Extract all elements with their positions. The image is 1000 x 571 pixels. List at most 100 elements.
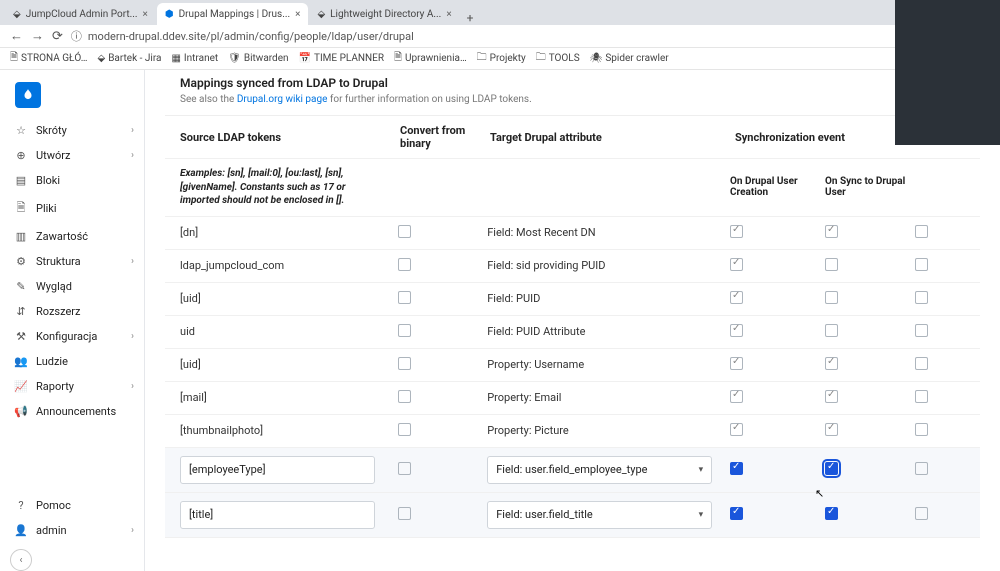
source-token-input[interactable] [180,501,375,529]
back-button[interactable]: ← [10,28,23,44]
source-token-input[interactable] [180,456,375,484]
bookmark[interactable]: ▦ Intranet [171,53,218,64]
sidebar-item[interactable]: ⊕ Utwórz › [0,143,144,168]
checkbox[interactable] [915,462,928,475]
checkbox[interactable] [730,390,743,403]
tab-favicon: ⬢ [165,9,174,20]
chevron-down-icon: ▾ [699,510,704,520]
checkbox[interactable] [915,225,928,238]
checkbox[interactable] [825,390,838,403]
checkbox[interactable] [915,291,928,304]
checkbox[interactable] [915,357,928,370]
sidebar-item[interactable]: ⚙ Struktura › [0,249,144,274]
checkbox[interactable] [915,423,928,436]
mappings-card: Mappings synced from LDAP to Drupal See … [165,70,980,538]
checkbox[interactable] [730,324,743,337]
sidebar-item[interactable]: 🗎 Pliki [0,193,144,224]
source-token-text: [thumbnailphoto] [180,424,263,437]
app-shell: ☆ Skróty › ⊕ Utwórz › ▤ Bloki 🗎 Pliki ▥ … [0,70,1000,571]
target-attribute-text: Property: Picture [487,424,569,437]
bookmark[interactable]: 🗎 STRONA GŁÓ… [10,50,88,67]
bookmark[interactable]: ⬙ Bartek - Jira [98,53,162,64]
browser-tab[interactable]: ⬢ Drupal Mappings | Drus... × [157,3,309,25]
card-title: Mappings synced from LDAP to Drupal [180,76,965,90]
new-tab-button[interactable]: + [461,11,480,25]
checkbox[interactable] [398,423,411,436]
bookmark[interactable]: 🗎 Uprawnienia… [394,50,467,67]
close-icon[interactable]: × [143,9,148,20]
checkbox[interactable] [730,507,743,520]
chevron-right-icon: › [131,331,134,342]
tab-title: JumpCloud Admin Port... [26,9,138,20]
checkbox[interactable] [398,357,411,370]
checkbox[interactable] [398,291,411,304]
table-row: ldap_jumpcloud_com Field: sid providing … [165,250,980,283]
sidebar-item-label: Announcements [36,405,134,418]
checkbox[interactable] [730,258,743,271]
bookmark[interactable]: 🗀 TOOLS [536,50,580,67]
checkbox[interactable] [398,225,411,238]
sidebar-item-label: Struktura [36,255,123,268]
sidebar-item[interactable]: 📈 Raporty › [0,374,144,399]
sidebar-item[interactable]: 👥 Ludzie [0,349,144,374]
bookmark[interactable]: 📅 TIME PLANNER [299,53,384,64]
table-header-row: Source LDAP tokens Convert from binary T… [165,116,980,159]
browser-tab-strip: ⬙ JumpCloud Admin Port... × ⬢ Drupal Map… [0,0,1000,25]
checkbox[interactable] [730,291,743,304]
checkbox[interactable] [915,390,928,403]
browser-tab[interactable]: ⬙ JumpCloud Admin Port... × [5,3,156,25]
drupal-logo-icon[interactable] [15,82,41,108]
url-field[interactable]: ⓘ modern-drupal.ddev.site/pl/admin/confi… [71,28,902,44]
wiki-link[interactable]: Drupal.org wiki page [237,94,328,105]
checkbox[interactable] [398,462,411,475]
forward-button[interactable]: → [31,28,44,44]
sidebar-item[interactable]: ▤ Bloki [0,168,144,193]
sidebar-item[interactable]: ⇵ Rozszerz [0,299,144,324]
checkbox[interactable] [825,258,838,271]
sidebar-item[interactable]: ▥ Zawartość [0,224,144,249]
browser-tab[interactable]: ⬙ Lightweight Directory A... × [309,3,459,25]
target-attribute-text: Field: PUID Attribute [487,325,585,338]
checkbox[interactable] [825,291,838,304]
checkbox[interactable] [825,225,838,238]
collapse-sidebar-button[interactable]: ‹ [10,549,32,571]
checkbox[interactable] [825,462,838,475]
sidebar-item-icon: ▤ [14,174,28,187]
sidebar-item[interactable]: 👤 admin › [0,518,144,543]
sidebar-item[interactable]: ☆ Skróty › [0,118,144,143]
checkbox[interactable] [825,423,838,436]
target-attribute-select[interactable]: Field: user.field_employee_type▾ [487,456,712,484]
checkbox[interactable] [730,423,743,436]
col-source: Source LDAP tokens [180,131,400,144]
sidebar-item[interactable]: ? Pomoc [0,493,144,518]
checkbox[interactable] [915,258,928,271]
checkbox[interactable] [915,324,928,337]
site-info-icon[interactable]: ⓘ [71,28,82,44]
sidebar-item[interactable]: ⚒ Konfiguracja › [0,324,144,349]
checkbox[interactable] [825,324,838,337]
bookmark[interactable]: 🕷 Spider crawler [590,53,669,64]
sidebar-item[interactable]: ✎ Wygląd [0,274,144,299]
sidebar-item[interactable]: 📢 Announcements [0,399,144,424]
checkbox[interactable] [730,462,743,475]
checkbox[interactable] [398,390,411,403]
tab-title: Drupal Mappings | Drus... [179,9,291,20]
checkbox[interactable] [398,507,411,520]
close-icon[interactable]: × [295,9,300,20]
checkbox[interactable] [730,225,743,238]
target-attribute-select[interactable]: Field: user.field_title▾ [487,501,712,529]
sidebar-item-icon: 👥 [14,355,28,368]
checkbox[interactable] [915,507,928,520]
close-icon[interactable]: × [446,9,451,20]
sidebar-item-label: Rozszerz [36,305,134,318]
checkbox[interactable] [825,357,838,370]
checkbox[interactable] [730,357,743,370]
checkbox[interactable] [398,324,411,337]
reload-button[interactable]: ⟳ [52,29,63,44]
checkbox[interactable] [825,507,838,520]
bookmark[interactable]: 🛡 Bitwarden [228,53,288,64]
chevron-right-icon: › [131,150,134,161]
checkbox[interactable] [398,258,411,271]
bookmark[interactable]: 🗀 Projekty [477,50,526,67]
table-row: [uid] Field: PUID [165,283,980,316]
